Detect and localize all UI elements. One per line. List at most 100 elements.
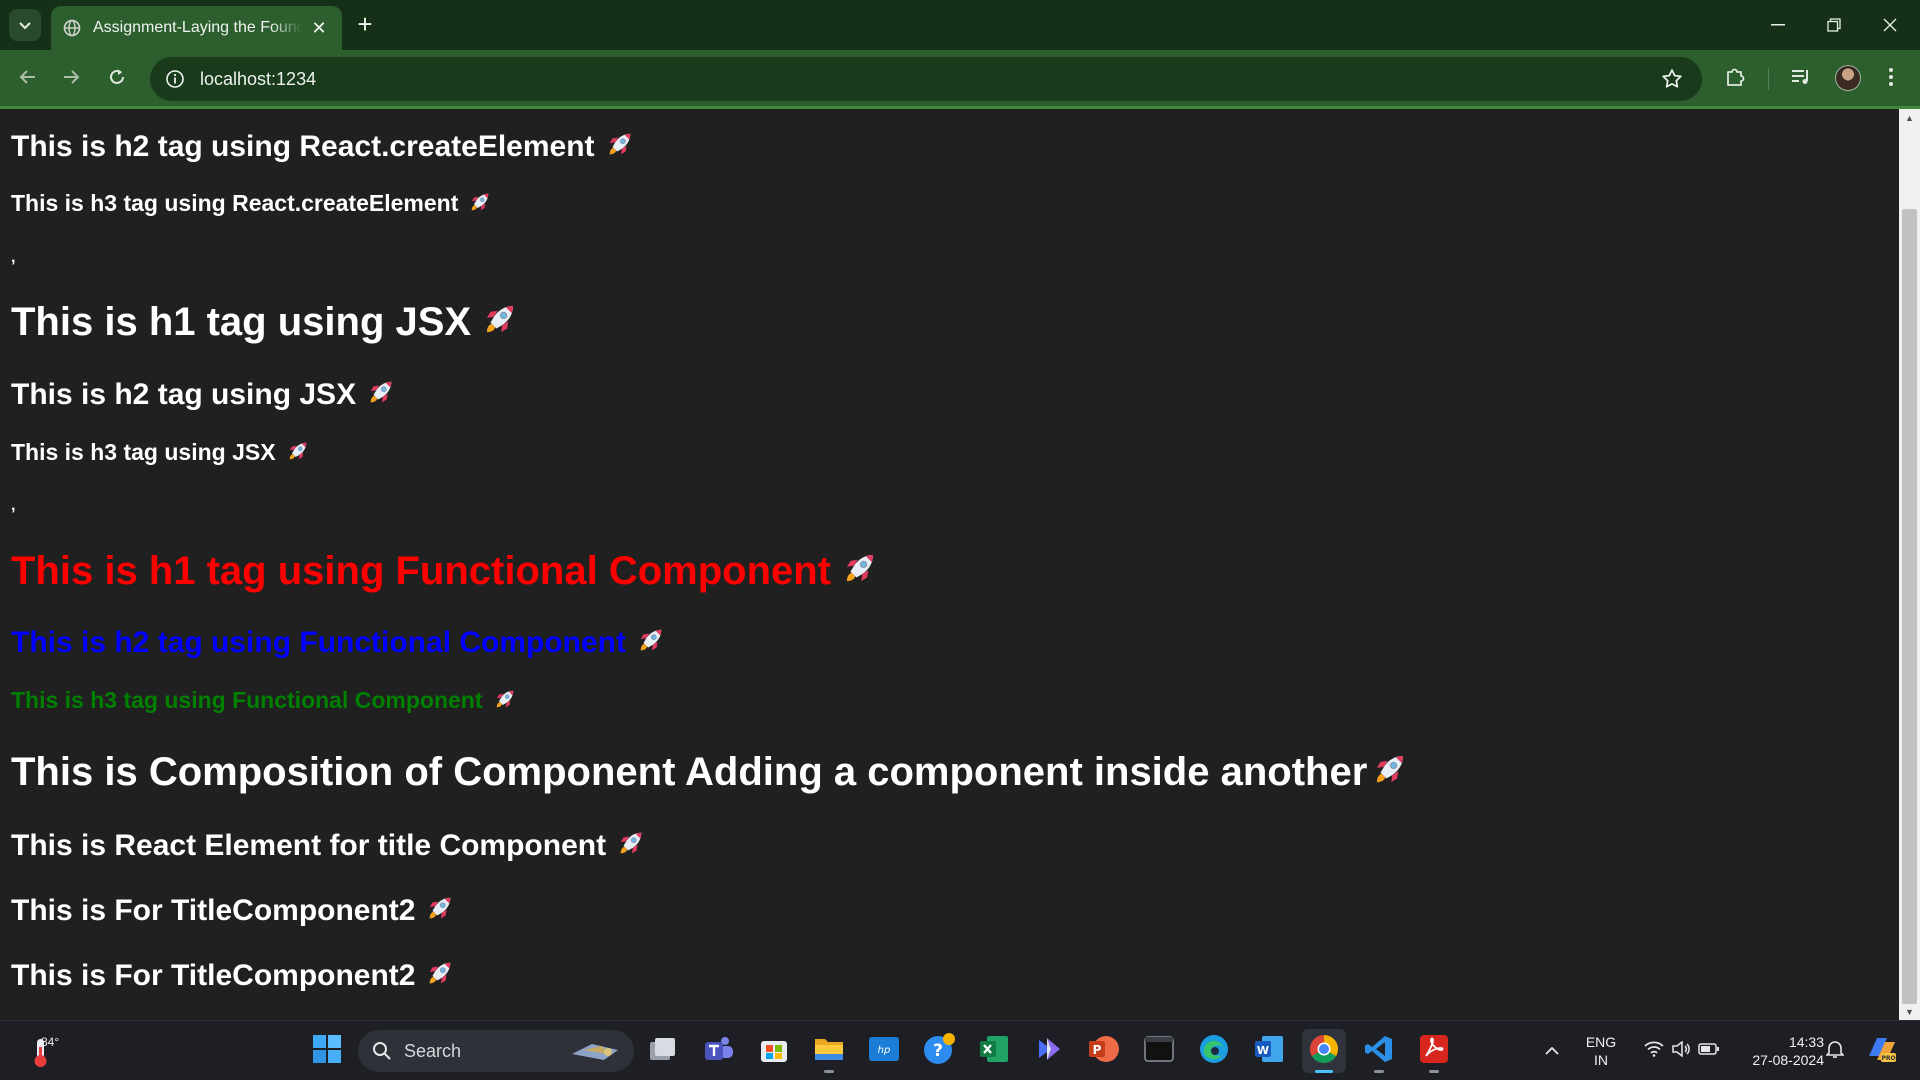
- weather-temperature: 84°: [41, 1035, 60, 1049]
- tab-title: Assignment-Laying the Foundation: [93, 19, 302, 36]
- word-icon: W: [1254, 1034, 1284, 1069]
- search-highlight-icon: [568, 1038, 622, 1069]
- forward-button[interactable]: [55, 62, 89, 96]
- scroll-down-arrow-icon[interactable]: ▼: [1899, 1003, 1920, 1020]
- terminal-icon: [1144, 1035, 1174, 1067]
- taskbar-chrome[interactable]: [1302, 1029, 1346, 1073]
- new-tab-button[interactable]: +: [352, 11, 378, 38]
- taskbar-get-help[interactable]: ?: [917, 1029, 961, 1073]
- show-hidden-icons-button[interactable]: [1530, 1029, 1574, 1073]
- taskbar-edge[interactable]: [1192, 1029, 1236, 1073]
- taskbar-terminal[interactable]: [1137, 1029, 1181, 1073]
- taskbar-task-view[interactable]: [641, 1029, 685, 1073]
- clock-time: 14:33: [1788, 1034, 1824, 1050]
- excel-icon: [979, 1034, 1009, 1069]
- heading-h2-titlecomponent2: This is For TitleComponent2: [11, 893, 455, 931]
- battery-icon: [1698, 1042, 1720, 1061]
- teams-icon: [703, 1035, 735, 1068]
- heading-h1-jsx: This is h1 tag using JSX: [11, 300, 519, 348]
- language-code: ENG: [1585, 1034, 1617, 1050]
- powerpoint-icon: P: [1088, 1033, 1120, 1070]
- copilot-pro-icon: PRO: [1865, 1034, 1897, 1069]
- media-controls-button[interactable]: [1784, 62, 1818, 96]
- close-tab-icon[interactable]: ✕: [308, 17, 330, 39]
- heading-h1-composition: This is Composition of Component Adding …: [11, 750, 1409, 798]
- copilot-pro-button[interactable]: PRO: [1858, 1029, 1904, 1073]
- heading-h2-titlecomponent2: This is For TitleComponent2: [11, 958, 455, 996]
- page-content: This is h2 tag using React.createElement…: [0, 109, 1899, 1020]
- language-indicator[interactable]: ENG IN: [1578, 1033, 1624, 1069]
- taskbar-myhp[interactable]: hp: [862, 1029, 906, 1073]
- rocket-icon: [841, 549, 879, 597]
- chrome-icon: [1309, 1034, 1339, 1069]
- weather-widget[interactable]: 84°: [24, 1031, 64, 1071]
- windows-logo-icon: [312, 1034, 342, 1069]
- taskbar-copilot[interactable]: [1027, 1029, 1071, 1073]
- bell-icon: [1825, 1039, 1845, 1064]
- taskbar-word[interactable]: W: [1247, 1029, 1291, 1073]
- browser-toolbar: localhost:1234: [0, 50, 1920, 108]
- scroll-up-arrow-icon[interactable]: ▲: [1899, 109, 1920, 126]
- toolbar-divider: [1768, 68, 1769, 90]
- running-indicator: [1374, 1070, 1384, 1073]
- heading-h3-functional: This is h3 tag using Functional Componen…: [11, 687, 517, 717]
- notifications-button[interactable]: [1814, 1029, 1856, 1073]
- reload-icon: [108, 68, 126, 91]
- clock-date: 27-08-2024: [1752, 1052, 1824, 1068]
- taskbar-teams[interactable]: [697, 1029, 741, 1073]
- rocket-icon: [468, 190, 492, 220]
- globe-icon: [63, 19, 81, 37]
- rocket-icon: [425, 893, 455, 931]
- restore-button[interactable]: [1806, 0, 1862, 50]
- wifi-icon: [1644, 1041, 1664, 1062]
- copilot-icon: [1034, 1034, 1064, 1069]
- chevron-down-icon: [19, 17, 31, 33]
- store-icon: [759, 1034, 789, 1069]
- page-scrollbar[interactable]: ▲ ▼: [1899, 109, 1920, 1020]
- scrollbar-thumb[interactable]: [1902, 209, 1917, 1004]
- svg-text:hp: hp: [878, 1045, 891, 1056]
- browser-tab-active[interactable]: Assignment-Laying the Foundation ✕: [51, 6, 342, 50]
- taskbar-powerpoint[interactable]: P: [1082, 1029, 1126, 1073]
- separator-text: ,: [11, 497, 16, 514]
- help-icon: ?: [922, 1032, 956, 1071]
- clock[interactable]: 14:33 27-08-2024: [1732, 1033, 1824, 1069]
- taskbar-vscode[interactable]: [1357, 1029, 1401, 1073]
- start-button[interactable]: [305, 1029, 349, 1073]
- taskbar-file-explorer[interactable]: [807, 1029, 851, 1073]
- playlist-icon: [1790, 67, 1812, 92]
- vscode-icon: [1364, 1034, 1394, 1069]
- address-bar[interactable]: localhost:1234: [150, 57, 1702, 101]
- running-indicator: [824, 1070, 834, 1073]
- taskbar-search[interactable]: Search: [358, 1030, 634, 1072]
- rocket-icon: [493, 687, 517, 717]
- heading-h2-title-component: This is React Element for title Componen…: [11, 828, 646, 866]
- separator-text: ,: [11, 249, 16, 266]
- heading-h2-createelement: This is h2 tag using React.createElement: [11, 129, 635, 167]
- heading-h1-functional: This is h1 tag using Functional Componen…: [11, 549, 879, 597]
- taskbar-acrobat[interactable]: [1412, 1029, 1456, 1073]
- taskbar-microsoft-store[interactable]: [752, 1029, 796, 1073]
- extensions-button[interactable]: [1718, 62, 1752, 96]
- profile-avatar[interactable]: [1835, 65, 1861, 91]
- quick-settings-button[interactable]: [1633, 1029, 1731, 1073]
- rocket-icon: [366, 377, 396, 415]
- windows-taskbar: 84° Search hp ? P W ENG IN 14:33 27-08-2…: [0, 1020, 1920, 1080]
- reload-button[interactable]: [100, 62, 134, 96]
- rocket-icon: [1371, 750, 1409, 798]
- svg-text:?: ?: [933, 1041, 943, 1061]
- tab-search-button[interactable]: [9, 9, 41, 41]
- close-window-button[interactable]: [1862, 0, 1918, 50]
- search-icon: [372, 1041, 392, 1061]
- minimize-button[interactable]: [1750, 0, 1806, 50]
- svg-text:W: W: [1257, 1044, 1269, 1057]
- info-icon[interactable]: [164, 68, 186, 90]
- edge-icon: [1198, 1033, 1230, 1070]
- bookmark-star-icon[interactable]: [1660, 67, 1684, 91]
- rocket-icon: [616, 828, 646, 866]
- myhp-icon: hp: [868, 1035, 900, 1068]
- svg-text:P: P: [1093, 1043, 1102, 1057]
- chrome-menu-button[interactable]: [1874, 62, 1908, 96]
- taskbar-excel[interactable]: [972, 1029, 1016, 1073]
- back-button[interactable]: [10, 62, 44, 96]
